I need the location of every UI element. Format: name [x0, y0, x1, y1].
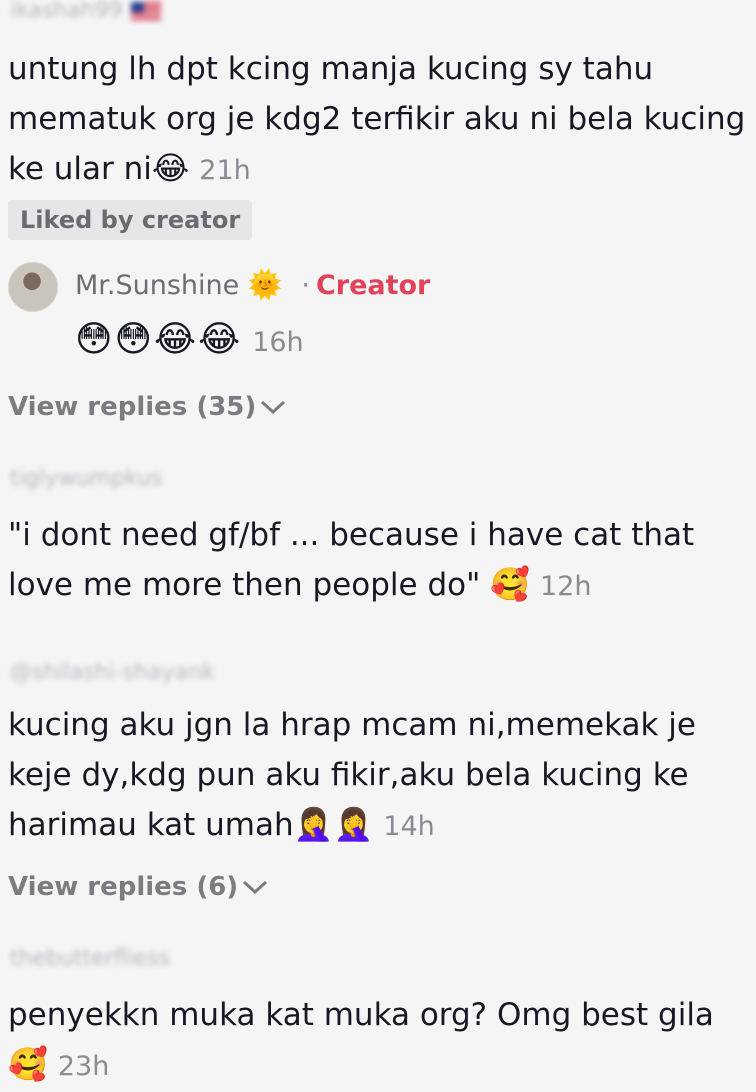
comment-text: penyekkn muka kat muka org? Omg best gil…	[8, 997, 714, 1083]
comment-time: 21h	[199, 155, 251, 186]
comment-time: 12h	[540, 571, 592, 602]
comment-time: 23h	[57, 1051, 110, 1082]
comment-username[interactable]: @shilashi-shayank	[10, 660, 215, 685]
view-replies-button[interactable]: View replies (6)	[8, 872, 268, 902]
creator-avatar[interactable]	[8, 262, 58, 312]
smiling-hearts-emoji: 🥰	[8, 1045, 48, 1083]
creator-reply-text: 😳😳😂😂 16h	[75, 319, 304, 360]
chevron-down-icon	[242, 876, 268, 901]
comment-text: kucing aku jgn la hrap mcam ni,memekak j…	[8, 707, 696, 843]
creator-name-row[interactable]: Mr.Sunshine 🌞 · Creator	[75, 270, 430, 301]
chevron-down-icon	[260, 396, 286, 421]
comment-username[interactable]: ikashah99	[10, 0, 161, 23]
reply-time: 16h	[252, 327, 304, 358]
us-flag-icon	[130, 2, 161, 20]
creator-tag: Creator	[315, 270, 431, 301]
liked-by-creator-badge: Liked by creator	[8, 200, 253, 240]
comment-time: 14h	[383, 811, 435, 842]
reply-emojis: 😳😳😂😂	[75, 319, 243, 360]
sun-emoji: 🌞	[247, 268, 283, 301]
comment-username[interactable]: thebutterfliess	[10, 946, 170, 971]
creator-name: Mr.Sunshine	[75, 270, 240, 301]
separator-dot: ·	[301, 270, 310, 301]
comment-text: untung lh dpt kcing manja kucing sy tahu…	[8, 51, 746, 187]
comment-text: "i dont need gf/bf ... because i have ca…	[8, 517, 695, 603]
tears-of-joy-emoji: 😂	[151, 149, 190, 187]
view-replies-button[interactable]: View replies (35)	[8, 392, 286, 422]
facepalm-emoji: 🤦‍♀️🤦‍♀️	[293, 805, 374, 843]
smiling-hearts-emoji: 🥰	[490, 565, 531, 603]
comment-username[interactable]: tiglywumpkus	[10, 466, 163, 491]
